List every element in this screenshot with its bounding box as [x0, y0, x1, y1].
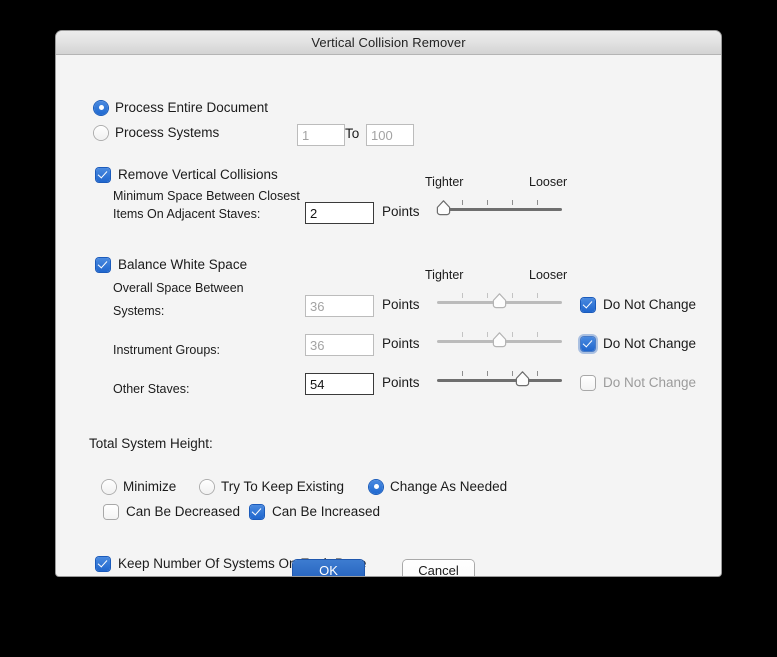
- slider-tick: [512, 332, 513, 337]
- radio-minimize[interactable]: Minimize: [102, 479, 176, 494]
- checkbox-do-not-change-other-staves[interactable]: Do Not Change: [581, 375, 696, 390]
- min-space-units: Points: [382, 204, 420, 219]
- checkbox-indicator-do-not-change-systems[interactable]: [581, 297, 595, 312]
- slider-other-staves[interactable]: [437, 363, 562, 389]
- checkbox-do-not-change-instrument-groups[interactable]: Do Not Change: [578, 333, 697, 354]
- radio-indicator-try-to-keep-existing[interactable]: [200, 479, 214, 494]
- checkbox-indicator-remove-collisions[interactable]: [96, 167, 110, 182]
- slider-tick: [512, 293, 513, 298]
- checkbox-label-remove-collisions: Remove Vertical Collisions: [118, 167, 278, 182]
- systems-to-input[interactable]: [366, 124, 414, 146]
- checkbox-indicator-can-be-decreased[interactable]: [104, 504, 118, 519]
- slider-tick: [512, 200, 513, 205]
- slider-tick: [537, 371, 538, 376]
- slider-tick: [537, 200, 538, 205]
- min-space-input[interactable]: [305, 202, 374, 224]
- slider-track: [437, 208, 562, 211]
- checkbox-label-balance-white-space: Balance White Space: [118, 257, 248, 272]
- window-titlebar: Vertical Collision Remover: [56, 31, 721, 55]
- row-input-systems[interactable]: [305, 295, 374, 317]
- slider-ticks: [437, 200, 562, 205]
- slider-thumb[interactable]: [515, 371, 530, 387]
- systems-from-input[interactable]: [297, 124, 345, 146]
- systems-to-label: To: [345, 126, 360, 141]
- row-label-systems: Systems:: [113, 304, 165, 318]
- checkbox-label-do-not-change-systems: Do Not Change: [603, 297, 697, 312]
- min-space-desc-line1: Minimum Space Between Closest: [113, 189, 300, 203]
- slider-minimum-space[interactable]: [436, 192, 562, 218]
- slider-tick: [462, 332, 463, 337]
- slider-systems[interactable]: [437, 285, 562, 311]
- checkbox-label-can-be-increased: Can Be Increased: [272, 504, 381, 519]
- row-input-instrument-groups[interactable]: [305, 334, 374, 356]
- slider-tick: [462, 293, 463, 298]
- total-system-height-label: Total System Height:: [89, 436, 213, 451]
- min-space-desc-line2: Items On Adjacent Staves:: [113, 207, 261, 221]
- radio-label-process-systems: Process Systems: [115, 125, 220, 140]
- radio-label-entire-document: Process Entire Document: [115, 100, 269, 115]
- radio-process-systems[interactable]: Process Systems: [94, 125, 219, 140]
- window-title: Vertical Collision Remover: [311, 35, 466, 50]
- radio-indicator-change-as-needed[interactable]: [369, 479, 383, 494]
- slider-instrument-groups[interactable]: [437, 324, 562, 350]
- slider-tick: [512, 371, 513, 376]
- radio-indicator-minimize[interactable]: [102, 479, 116, 494]
- slider-tick: [462, 371, 463, 376]
- radio-indicator-entire-document[interactable]: [94, 100, 108, 115]
- row-units-instrument-groups: Points: [382, 336, 420, 351]
- ok-button[interactable]: OK: [293, 560, 364, 576]
- slider-tick: [537, 332, 538, 337]
- radio-label-try-to-keep-existing: Try To Keep Existing: [221, 479, 345, 494]
- row-label-instrument-groups: Instrument Groups:: [113, 343, 220, 357]
- slider-tick: [487, 332, 488, 337]
- radio-process-entire-document[interactable]: Process Entire Document: [94, 100, 268, 115]
- slider-track: [437, 379, 562, 382]
- checkbox-do-not-change-systems[interactable]: Do Not Change: [581, 297, 696, 312]
- checkbox-indicator-do-not-change-instrument-groups[interactable]: [578, 333, 598, 354]
- checkbox-indicator-keep-number-of-systems[interactable]: [96, 556, 110, 571]
- dialog-window: Vertical Collision Remover Process Entir…: [56, 31, 721, 576]
- radio-try-to-keep-existing[interactable]: Try To Keep Existing: [200, 479, 344, 494]
- radio-change-as-needed[interactable]: Change As Needed: [369, 479, 507, 494]
- row-input-other-staves[interactable]: [305, 373, 374, 395]
- checkbox-remove-vertical-collisions[interactable]: Remove Vertical Collisions: [96, 167, 278, 182]
- checkbox-indicator-can-be-increased[interactable]: [250, 504, 264, 519]
- collision-slider-looser-label: Looser: [529, 175, 568, 189]
- row-units-other-staves: Points: [382, 375, 420, 390]
- slider-ticks: [437, 371, 562, 376]
- radio-indicator-process-systems[interactable]: [94, 125, 108, 140]
- checkbox-can-be-increased[interactable]: Can Be Increased: [250, 504, 380, 519]
- slider-thumb[interactable]: [492, 293, 507, 309]
- radio-label-minimize: Minimize: [123, 479, 177, 494]
- row-label-other-staves: Other Staves:: [113, 382, 190, 396]
- slider-tick: [487, 293, 488, 298]
- checkbox-label-do-not-change-other-staves: Do Not Change: [603, 375, 697, 390]
- slider-tick: [462, 200, 463, 205]
- radio-label-change-as-needed: Change As Needed: [390, 479, 508, 494]
- balance-slider-looser-label: Looser: [529, 268, 568, 282]
- overall-space-subtitle: Overall Space Between: [113, 281, 244, 295]
- slider-tick: [537, 293, 538, 298]
- slider-tick: [487, 371, 488, 376]
- dialog-content: Process Entire Document Process Systems …: [56, 55, 721, 576]
- slider-thumb[interactable]: [492, 332, 507, 348]
- checkbox-can-be-decreased[interactable]: Can Be Decreased: [104, 504, 240, 519]
- row-units-systems: Points: [382, 297, 420, 312]
- slider-tick: [487, 200, 488, 205]
- collision-slider-tighter-label: Tighter: [425, 175, 464, 189]
- balance-slider-tighter-label: Tighter: [425, 268, 464, 282]
- checkbox-label-can-be-decreased: Can Be Decreased: [126, 504, 241, 519]
- checkbox-label-do-not-change-instrument-groups: Do Not Change: [603, 336, 697, 351]
- checkbox-balance-white-space[interactable]: Balance White Space: [96, 257, 247, 272]
- checkbox-indicator-balance-white-space[interactable]: [96, 257, 110, 272]
- slider-thumb[interactable]: [436, 200, 451, 216]
- checkbox-indicator-do-not-change-other-staves[interactable]: [581, 375, 595, 390]
- cancel-button[interactable]: Cancel: [403, 560, 474, 576]
